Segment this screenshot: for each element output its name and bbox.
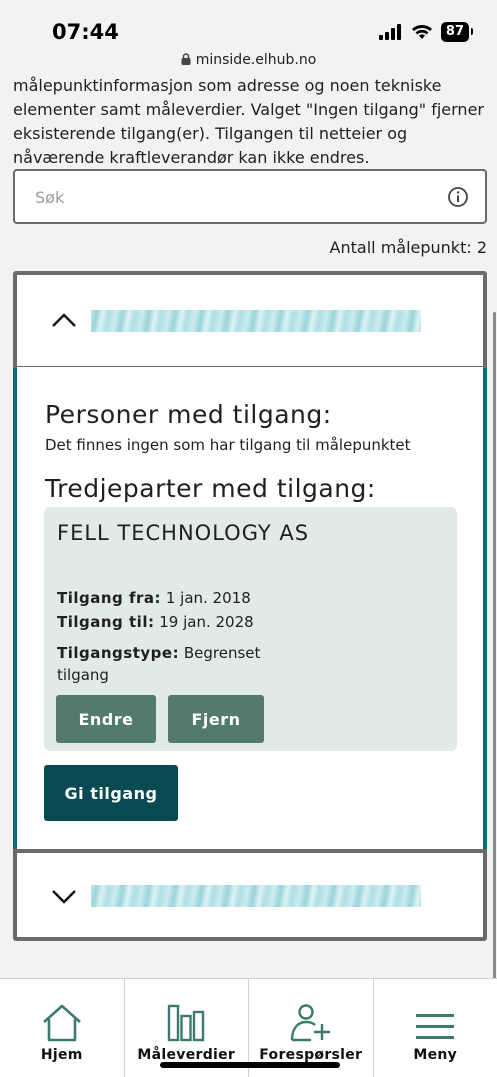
url-text: minside.elhub.no — [195, 52, 317, 68]
lock-icon — [181, 53, 191, 65]
url-bar[interactable]: minside.elhub.no — [0, 52, 497, 68]
remove-button[interactable]: Fjern — [168, 695, 264, 743]
persons-heading: Personer med tilgang: — [45, 400, 332, 429]
intro-text: målepunktinformasjon som adresse og noen… — [13, 76, 484, 167]
wifi-icon — [411, 25, 432, 39]
search-input[interactable] — [35, 186, 435, 208]
access-from-label: Tilgang fra: — [57, 589, 162, 607]
access-panel: Personer med tilgang: Det finnes ingen s… — [13, 368, 487, 849]
access-to-label: Tilgang til: — [57, 613, 155, 631]
signal-icon — [378, 24, 401, 40]
info-icon[interactable] — [447, 186, 469, 208]
nav-requests-label: Forespørsler — [259, 1047, 363, 1063]
access-type-row: Tilgangstype: Begrenset tilgang — [57, 642, 287, 686]
meter-count: Antall målepunkt: 2 — [329, 238, 487, 257]
nav-menu[interactable]: Meny — [374, 979, 497, 1077]
third-party-card: FELL TECHNOLOGY AS Tilgang fra: 1 jan. 2… — [44, 507, 457, 751]
persons-empty-text: Det finnes ingen som har tilgang til mål… — [45, 436, 411, 454]
menu-icon — [416, 1014, 455, 1039]
access-type-label: Tilgangstype: — [57, 644, 180, 662]
meter-accordion-header-2[interactable] — [17, 849, 483, 937]
access-to-row: Tilgang til: 19 jan. 2028 — [57, 611, 254, 633]
chevron-up-icon[interactable] — [51, 312, 77, 328]
nav-menu-label: Meny — [413, 1047, 458, 1063]
battery-indicator: 87 — [440, 22, 474, 42]
nav-home-label: Hjem — [40, 1047, 83, 1063]
bar-chart-icon — [168, 1004, 205, 1042]
meter-accordion-header-1[interactable] — [17, 275, 483, 367]
nav-home[interactable]: Hjem — [0, 979, 125, 1077]
access-from-row: Tilgang fra: 1 jan. 2018 — [57, 587, 251, 609]
give-access-button[interactable]: Gi tilgang — [44, 765, 178, 821]
home-icon — [42, 1004, 81, 1042]
third-party-heading: Tredjeparter med tilgang: — [45, 474, 376, 503]
scrollbar[interactable] — [493, 312, 496, 982]
nav-measurements-label: Måleverdier — [137, 1047, 236, 1063]
main-content: målepunktinformasjon som adresse og noen… — [0, 70, 497, 978]
chevron-down-icon[interactable] — [51, 889, 77, 905]
status-time: 07:44 — [52, 20, 119, 44]
meter-list: Personer med tilgang: Det finnes ingen s… — [13, 271, 487, 941]
status-icons: 87 — [378, 22, 474, 42]
access-to-value: 19 jan. 2028 — [159, 613, 254, 631]
redacted-meter-address — [91, 310, 421, 332]
redacted-meter-address — [91, 885, 421, 907]
access-from-value: 1 jan. 2018 — [165, 589, 251, 607]
home-indicator — [160, 1062, 340, 1068]
search-box[interactable] — [13, 169, 487, 224]
edit-button[interactable]: Endre — [56, 695, 156, 743]
add-person-icon — [290, 1004, 330, 1042]
third-party-name: FELL TECHNOLOGY AS — [57, 521, 310, 545]
